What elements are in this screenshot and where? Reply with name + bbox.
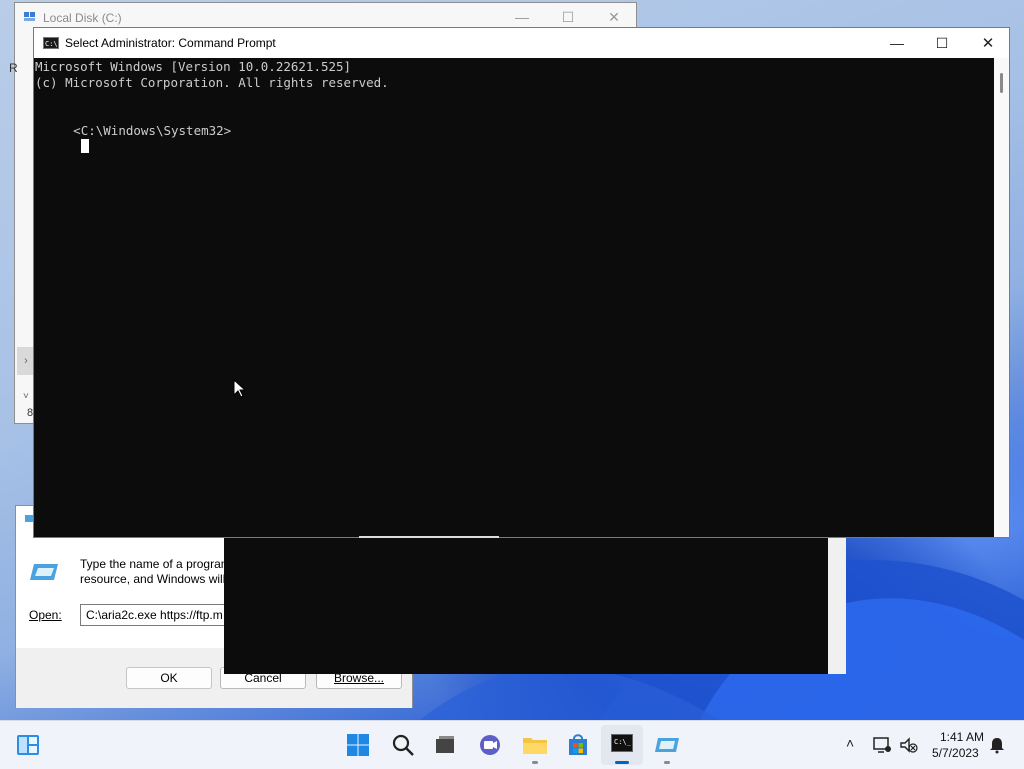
- console-prompt-prefix: <: [73, 123, 81, 138]
- explorer-title: Local Disk (C:): [43, 11, 122, 25]
- console-line-1: Microsoft Windows [Version 10.0.22621.52…: [35, 59, 352, 74]
- run-taskbar-icon[interactable]: [653, 731, 681, 759]
- file-explorer-icon[interactable]: [521, 731, 549, 759]
- run-description-line2: resource, and Windows will: [80, 572, 226, 586]
- network-icon[interactable]: [872, 736, 892, 754]
- cmd-titlebar[interactable]: C:\ Select Administrator: Command Prompt…: [34, 28, 1009, 58]
- cmd-bottom-strip: [359, 536, 499, 538]
- start-button-icon[interactable]: [344, 731, 372, 759]
- file-explorer-running-indicator: [532, 761, 538, 764]
- explorer-app-icon: [23, 9, 37, 23]
- run-open-value: C:\aria2c.exe https://ftp.m: [86, 608, 223, 622]
- ok-button-label: OK: [160, 671, 178, 685]
- store-icon[interactable]: [564, 731, 592, 759]
- run-app-icon: [30, 560, 60, 584]
- clock-date[interactable]: 5/7/2023: [932, 746, 979, 760]
- secondary-console-window[interactable]: [224, 536, 846, 674]
- widgets-icon[interactable]: [14, 731, 42, 759]
- cmd-title: Select Administrator: Command Prompt: [65, 36, 276, 50]
- run-description-line1: Type the name of a program: [80, 557, 231, 571]
- search-icon[interactable]: [389, 731, 417, 759]
- cmd-active-indicator: [615, 761, 629, 764]
- cmd-maximize-button[interactable]: ☐: [919, 28, 965, 58]
- volume-muted-icon[interactable]: [899, 736, 919, 754]
- cmd-console[interactable]: Microsoft Windows [Version 10.0.22621.52…: [34, 58, 994, 537]
- svg-text:C:\: C:\: [45, 40, 58, 48]
- chat-icon[interactable]: [476, 731, 504, 759]
- show-hidden-icons-chevron-icon[interactable]: ˄: [846, 735, 854, 751]
- svg-text:C:\_: C:\_: [614, 738, 632, 746]
- run-running-indicator: [664, 761, 670, 764]
- scrollbar-thumb[interactable]: [1000, 73, 1003, 93]
- cmd-taskbar-icon: C:\_: [611, 734, 633, 752]
- cmd-window[interactable]: C:\ Select Administrator: Command Prompt…: [33, 27, 1010, 538]
- mouse-pointer-icon: [233, 378, 247, 399]
- cmd-close-button[interactable]: ✕: [965, 28, 1011, 58]
- console-cursor: [81, 139, 90, 153]
- explorer-collapse-chevron-icon[interactable]: ˅: [23, 391, 29, 402]
- console-prompt-line: <C:\Windows\System32>: [28, 107, 231, 171]
- console-prompt: C:\Windows\System32>: [80, 123, 232, 138]
- task-view-icon[interactable]: [431, 731, 459, 759]
- ok-button[interactable]: OK: [126, 667, 212, 689]
- notification-icon[interactable]: [988, 736, 1006, 754]
- clock-time[interactable]: 1:41 AM: [940, 730, 984, 744]
- taskbar: C:\_ ˄ 1:41 AM 5/7/2023: [0, 720, 1024, 769]
- cmd-taskbar-button[interactable]: C:\_: [601, 725, 643, 765]
- run-open-label: Open:: [29, 608, 62, 622]
- cmd-minimize-button[interactable]: —: [874, 28, 920, 58]
- console-line-2: (c) Microsoft Corporation. All rights re…: [35, 75, 389, 90]
- explorer-left-strip: R › ˅ 8: [9, 33, 35, 423]
- explorer-partial-letter: R: [9, 61, 18, 75]
- cmd-scrollbar[interactable]: [994, 58, 1009, 537]
- cmd-app-icon: C:\: [43, 37, 59, 49]
